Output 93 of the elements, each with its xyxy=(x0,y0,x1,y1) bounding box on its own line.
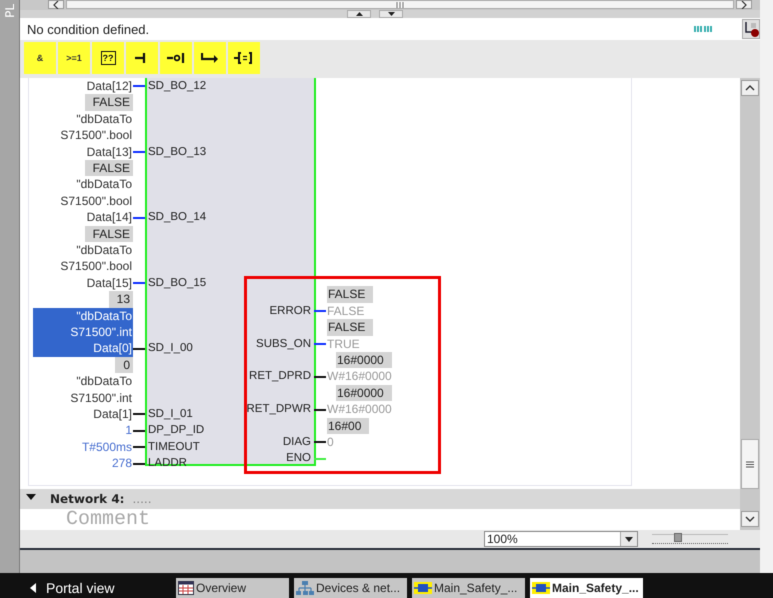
value-badge: FALSE xyxy=(84,94,133,111)
connection-wire xyxy=(133,85,145,88)
branch-button[interactable] xyxy=(194,42,226,74)
triangle-left-icon xyxy=(30,583,36,593)
scroll-down-button[interactable] xyxy=(741,511,759,527)
assignment-icon xyxy=(234,52,254,64)
editor-tab[interactable]: Overview xyxy=(176,578,289,598)
branch-arrow-icon xyxy=(201,53,219,63)
value-badge: 0 xyxy=(115,356,133,374)
connection-wire xyxy=(314,343,326,345)
constant-value[interactable]: 278 xyxy=(33,455,133,472)
value-badge: FALSE xyxy=(327,319,374,336)
value-badge: FALSE xyxy=(327,286,374,303)
instruction-button[interactable]: >=1 xyxy=(58,42,90,74)
block-icon xyxy=(414,582,432,594)
flow-icon xyxy=(743,21,759,37)
pin-label: SD_BO_13 xyxy=(148,144,206,160)
table-icon xyxy=(178,581,194,595)
pin-label: ERROR xyxy=(268,304,311,319)
pin-label: TIMEOUT xyxy=(148,440,200,455)
block-icon xyxy=(532,582,550,594)
expand-down-button[interactable] xyxy=(379,10,403,18)
network-icon xyxy=(296,581,314,595)
scroll-thumb[interactable] xyxy=(66,0,734,9)
caret-left-icon xyxy=(53,0,59,8)
caret-up-icon xyxy=(745,85,755,91)
portal-view-button[interactable]: Portal view xyxy=(0,578,150,598)
pin-label: DIAG xyxy=(282,435,311,450)
editor-tab[interactable]: Devices & net... xyxy=(294,578,407,598)
connection-wire xyxy=(133,446,145,448)
value-badge: 16#0000 xyxy=(336,384,392,402)
scroll-right-button[interactable] xyxy=(736,0,752,9)
operand-text[interactable]: "dbDataTo S71500".int Data[1] xyxy=(33,373,133,422)
pin-label: RET_DPWR xyxy=(245,402,311,418)
instruction-button[interactable]: & xyxy=(24,42,56,74)
operand-text[interactable]: "dbDataTo S71500".int Data[0] xyxy=(33,308,133,357)
operand-text[interactable]: "dbDataTo S71500".bool Data[13] xyxy=(33,110,133,160)
connection-wire xyxy=(314,310,326,312)
scroll-thumb[interactable] xyxy=(741,439,759,489)
grip-icon xyxy=(396,2,404,8)
operand-text[interactable]: Data[12] xyxy=(33,78,133,94)
value-badge: FALSE xyxy=(84,160,133,176)
assignment-button[interactable] xyxy=(228,42,260,74)
value-badge: 13 xyxy=(108,291,133,308)
constant-value[interactable]: T#500ms xyxy=(33,438,133,456)
pin-label: SUBS_ON xyxy=(255,336,311,352)
scroll-left-button[interactable] xyxy=(48,0,64,9)
value-badge: FALSE xyxy=(84,226,133,242)
connection-wire xyxy=(314,441,326,444)
grip-icon xyxy=(746,460,754,468)
connection-wire xyxy=(133,430,145,432)
dropdown-arrow-icon xyxy=(625,536,633,542)
connection-wire xyxy=(314,458,326,460)
connection-wire xyxy=(314,376,326,378)
pin-label: SD_I_01 xyxy=(148,407,193,422)
contact-button[interactable] xyxy=(126,42,158,74)
value-badge: 16#00 xyxy=(327,418,370,434)
caret-down-icon xyxy=(745,516,755,522)
connection-wire xyxy=(133,413,145,416)
pin-label: SD_BO_14 xyxy=(148,210,206,226)
scroll-up-button[interactable] xyxy=(741,80,759,96)
negated-contact-button[interactable] xyxy=(160,42,192,74)
condition-text: No condition defined. xyxy=(27,22,150,36)
pin-label: SD_BO_12 xyxy=(148,79,206,94)
operand-text[interactable]: "dbDataTo S71500".bool Data[15] xyxy=(33,242,133,292)
connection-wire xyxy=(314,408,326,411)
network-title: Network 4: xyxy=(50,492,124,506)
connection-wire xyxy=(133,348,145,350)
pin-label: DP_DP_ID xyxy=(148,423,204,438)
editor-tab[interactable]: Main_Safety_... xyxy=(530,578,643,598)
pin-label: RET_DPRD xyxy=(248,369,311,384)
triangle-down-icon xyxy=(388,12,394,16)
connection-wire xyxy=(133,216,145,219)
pin-label: SD_I_00 xyxy=(148,341,193,356)
connection-wire xyxy=(133,151,145,154)
constant-value[interactable]: 1 xyxy=(33,422,133,439)
grid-icon xyxy=(694,26,712,32)
diagram-button[interactable] xyxy=(742,19,760,39)
box-button[interactable]: ?? xyxy=(92,42,124,74)
zoom-slider[interactable] xyxy=(652,534,728,544)
triangle-up-icon xyxy=(356,12,362,16)
pin-label: SD_BO_15 xyxy=(148,276,206,291)
caret-right-icon xyxy=(741,0,747,8)
pin-label: ENO xyxy=(285,451,311,466)
editor-tab[interactable]: Main_Safety_... xyxy=(412,578,525,598)
connection-wire xyxy=(133,282,145,284)
function-block[interactable] xyxy=(145,78,316,466)
negated-contact-icon xyxy=(167,53,185,63)
collapse-up-button[interactable] xyxy=(347,10,371,18)
zoom-dropdown[interactable]: 100% xyxy=(484,531,638,547)
operand-text[interactable]: "dbDataTo S71500".bool Data[14] xyxy=(33,176,133,226)
value-badge: 16#0000 xyxy=(336,352,392,368)
connection-wire xyxy=(133,462,145,465)
